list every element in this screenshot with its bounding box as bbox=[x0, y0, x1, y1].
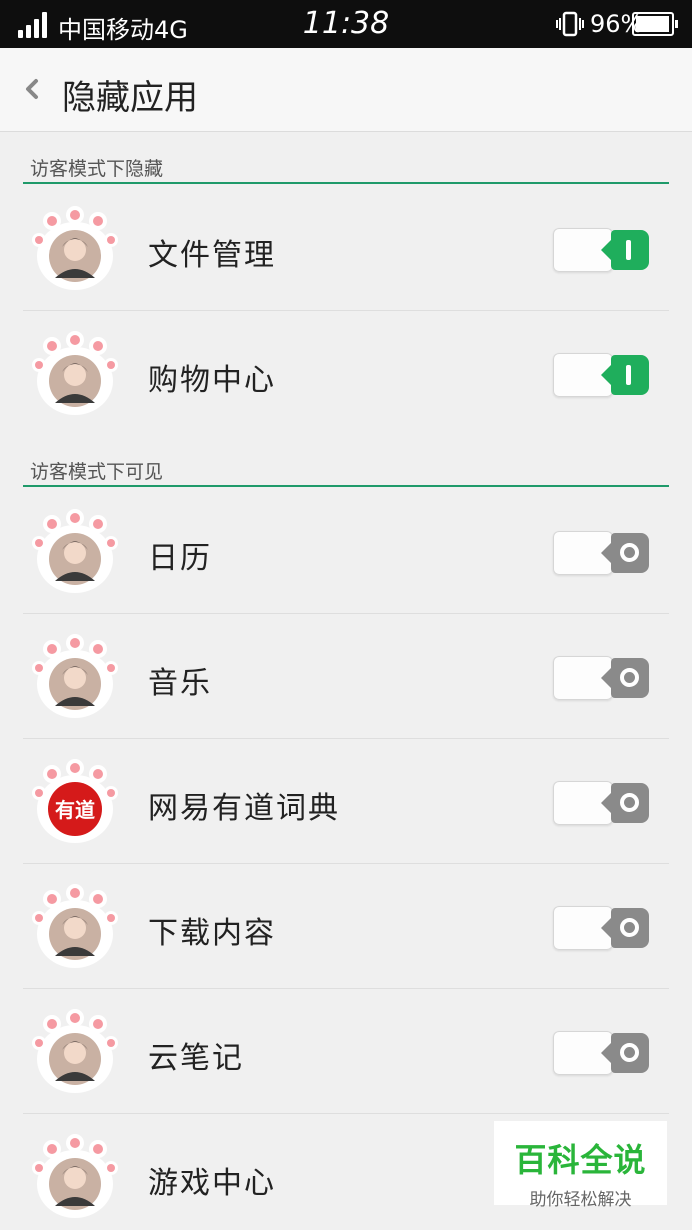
app-row[interactable]: 音乐 bbox=[23, 614, 669, 739]
avatar-icon[interactable] bbox=[31, 331, 119, 417]
app-name: 日历 bbox=[148, 541, 212, 576]
avatar-icon[interactable] bbox=[31, 634, 119, 720]
watermark-subtitle: 助你轻松解决 bbox=[529, 1190, 632, 1210]
hide-toggle[interactable] bbox=[553, 656, 651, 700]
app-row[interactable]: 云笔记 bbox=[23, 989, 669, 1114]
toggle-knob-off bbox=[601, 1033, 649, 1073]
hide-toggle[interactable] bbox=[553, 781, 651, 825]
avatar-icon[interactable] bbox=[31, 1134, 119, 1220]
app-name: 购物中心 bbox=[148, 363, 276, 398]
toggle-knob-on bbox=[601, 230, 649, 270]
app-row[interactable]: 购物中心 bbox=[23, 311, 669, 436]
page-title: 隐藏应用 bbox=[62, 78, 198, 118]
hide-toggle[interactable] bbox=[553, 228, 651, 272]
app-name: 下载内容 bbox=[148, 916, 276, 951]
youdao-logo-text: 有道 bbox=[55, 798, 95, 822]
toggle-knob-off bbox=[601, 783, 649, 823]
app-row[interactable]: 有道 网易有道词典 bbox=[23, 739, 669, 864]
vibrate-icon bbox=[556, 11, 584, 37]
toggle-knob-off bbox=[601, 533, 649, 573]
app-name: 云笔记 bbox=[148, 1041, 244, 1076]
status-bar: 中国移动4G 11:38 96% bbox=[0, 0, 692, 48]
hide-toggle[interactable] bbox=[553, 353, 651, 397]
battery-icon bbox=[632, 12, 678, 36]
clock: 11:38 bbox=[302, 6, 390, 41]
section-label-hidden: 访客模式下隐藏 bbox=[30, 158, 164, 180]
section-divider bbox=[23, 182, 669, 184]
toggle-knob-off bbox=[601, 658, 649, 698]
section-divider bbox=[23, 485, 669, 487]
youdao-logo-icon[interactable]: 有道 bbox=[31, 759, 119, 845]
toggle-knob-on bbox=[601, 355, 649, 395]
app-name: 音乐 bbox=[148, 666, 212, 701]
avatar-icon[interactable] bbox=[31, 509, 119, 595]
hide-toggle[interactable] bbox=[553, 1031, 651, 1075]
watermark-logo: 百科全说 助你轻松解决 bbox=[494, 1121, 667, 1210]
watermark-title: 百科全说 bbox=[514, 1141, 647, 1179]
app-row[interactable]: 日历 bbox=[23, 489, 669, 614]
hide-toggle[interactable] bbox=[553, 906, 651, 950]
app-row[interactable]: 下载内容 bbox=[23, 864, 669, 989]
avatar-icon[interactable] bbox=[31, 1009, 119, 1095]
avatar-icon[interactable] bbox=[31, 206, 119, 292]
app-row[interactable]: 文件管理 bbox=[23, 186, 669, 311]
hide-toggle[interactable] bbox=[553, 531, 651, 575]
app-name: 网易有道词典 bbox=[148, 791, 340, 826]
app-name: 游戏中心 bbox=[148, 1166, 276, 1201]
back-icon[interactable] bbox=[18, 74, 48, 104]
avatar-icon[interactable] bbox=[31, 884, 119, 970]
app-name: 文件管理 bbox=[148, 238, 276, 273]
toggle-knob-off bbox=[601, 908, 649, 948]
section-label-visible: 访客模式下可见 bbox=[30, 461, 164, 483]
header-bar: 隐藏应用 bbox=[0, 48, 692, 132]
